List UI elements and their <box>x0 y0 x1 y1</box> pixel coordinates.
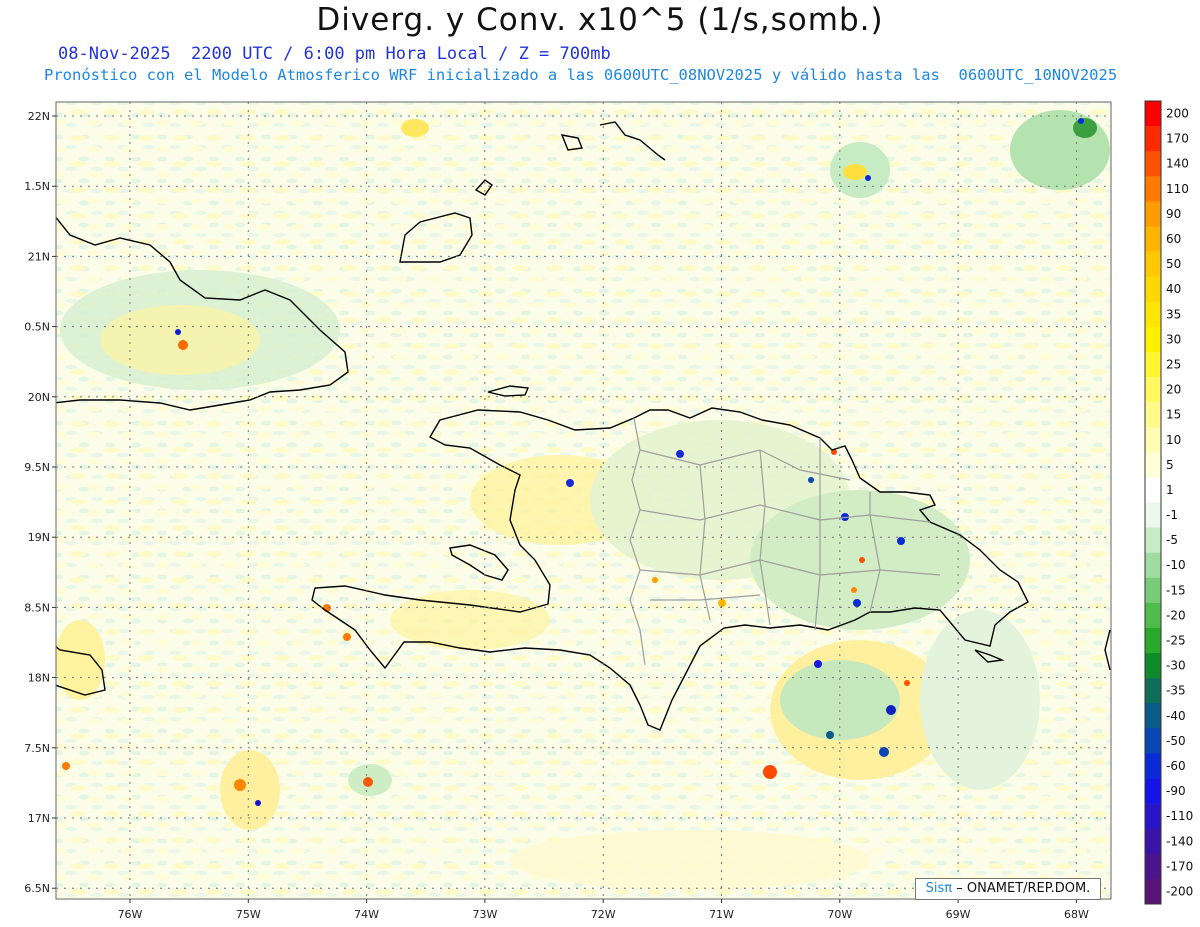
colorbar-label: -110 <box>1166 809 1193 823</box>
colorbar-label: -5 <box>1166 533 1178 547</box>
longitude-labels: 76W 75W 74W 73W 72W 71W 70W 69W 68W <box>118 899 1089 921</box>
colorbar-label: 5 <box>1166 458 1174 472</box>
lon-label: 75W <box>236 908 261 921</box>
colorbar-swatch <box>1145 627 1161 654</box>
lat-label: 8.5N <box>24 601 50 614</box>
divergence-field <box>56 102 1111 899</box>
colorbar-label: -60 <box>1166 759 1186 773</box>
colorbar-swatch <box>1145 703 1161 729</box>
lat-label: 19N <box>28 531 50 544</box>
colorbar-label: -170 <box>1166 859 1193 873</box>
colorbar-label: -90 <box>1166 784 1186 798</box>
colorbar-swatch <box>1145 301 1161 328</box>
colorbar-swatch <box>1145 728 1161 754</box>
lat-label: 21N <box>28 250 50 263</box>
colorbar-label: 25 <box>1166 357 1181 371</box>
colorbar-swatch <box>1145 753 1161 779</box>
colorbar-swatch <box>1145 276 1161 303</box>
colorbar-label: -30 <box>1166 659 1186 673</box>
colorbar-swatch <box>1145 502 1161 528</box>
map-figure: 22N 1.5N 21N 0.5N 20N 9.5N 19N 8.5N 18N 7.5N 17N 6.… <box>24 100 1193 921</box>
colorbar-swatch <box>1145 653 1161 679</box>
colorbar-swatch <box>1145 602 1161 629</box>
lat-label: 22N <box>28 110 50 123</box>
colorbar-label: 200 <box>1166 107 1189 121</box>
colorbar-label: 90 <box>1166 207 1181 221</box>
lon-label: 71W <box>709 908 734 921</box>
colorbar-label: -15 <box>1166 583 1186 597</box>
colorbar-swatch <box>1145 878 1161 905</box>
credit-box: Sisπ – ONAMET/REP.DOM. <box>915 878 1101 900</box>
colorbar-swatch <box>1145 377 1161 403</box>
colorbar-swatch <box>1145 577 1161 604</box>
colorbar-swatch <box>1145 201 1161 227</box>
colorbar-swatch <box>1145 427 1161 453</box>
colorbar-swatch <box>1145 226 1161 252</box>
colorbar-swatch <box>1145 176 1161 202</box>
colorbar-swatch <box>1145 778 1161 804</box>
colorbar-swatch <box>1145 828 1161 855</box>
colorbar-swatch <box>1145 251 1161 277</box>
colorbar-swatch <box>1145 452 1161 478</box>
colorbar-label: 20 <box>1166 383 1181 397</box>
colorbar-label: 1 <box>1166 483 1174 497</box>
colorbar-swatch <box>1145 351 1161 378</box>
colorbar-swatch <box>1145 477 1161 503</box>
colorbar-swatch <box>1145 326 1161 353</box>
lat-label: 18N <box>28 672 50 685</box>
colorbar-label: -35 <box>1166 684 1186 698</box>
colorbar-label: 40 <box>1166 282 1181 296</box>
colorbar-label: -200 <box>1166 884 1193 898</box>
colorbar-label: -10 <box>1166 558 1186 572</box>
colorbar-swatch <box>1145 126 1161 152</box>
credit-dash: – <box>956 881 963 896</box>
colorbar-label: 35 <box>1166 307 1181 321</box>
lat-label: 1.5N <box>24 180 50 193</box>
colorbar-label: 50 <box>1166 257 1181 271</box>
colorbar-label: -1 <box>1166 508 1178 522</box>
colorbar-label: 15 <box>1166 408 1181 422</box>
colorbar-label: 170 <box>1166 132 1189 146</box>
colorbar-swatch <box>1145 803 1161 830</box>
lat-label: 20N <box>28 391 50 404</box>
colorbar-swatch <box>1145 853 1161 880</box>
lon-label: 76W <box>118 908 143 921</box>
lat-label: 7.5N <box>24 742 50 755</box>
colorbar-label: -40 <box>1166 709 1186 723</box>
colorbar-label: -50 <box>1166 734 1186 748</box>
colorbar: 200 170 140 110 90 60 50 40 35 30 25 20 15 10 5 1 -1 -5 -1… <box>1144 100 1193 905</box>
colorbar-label: 30 <box>1166 332 1181 346</box>
latitude-labels: 22N 1.5N 21N 0.5N 20N 9.5N 19N 8.5N 18N 7.5N 17N 6.… <box>24 110 56 895</box>
lat-label: 17N <box>28 812 50 825</box>
lat-label: 0.5N <box>24 321 50 334</box>
colorbar-swatch <box>1145 678 1161 704</box>
colorbar-label: 110 <box>1166 182 1189 196</box>
colorbar-label: 60 <box>1166 232 1181 246</box>
lat-label: 9.5N <box>24 461 50 474</box>
credit-brand: Sisπ <box>925 881 953 896</box>
lon-label: 70W <box>827 908 852 921</box>
colorbar-swatch <box>1145 527 1161 553</box>
colorbar-swatch <box>1145 402 1161 428</box>
lat-label: 6.5N <box>24 882 50 895</box>
lon-label: 69W <box>946 908 971 921</box>
colorbar-swatch <box>1145 101 1161 127</box>
colorbar-label: 10 <box>1166 433 1181 447</box>
lon-label: 72W <box>591 908 616 921</box>
lon-label: 68W <box>1064 908 1089 921</box>
lon-label: 74W <box>354 908 379 921</box>
colorbar-label: -20 <box>1166 608 1186 622</box>
colorbar-label: 140 <box>1166 157 1189 171</box>
colorbar-label: -25 <box>1166 634 1186 648</box>
colorbar-label: -140 <box>1166 834 1193 848</box>
lon-label: 73W <box>472 908 497 921</box>
colorbar-swatch <box>1145 151 1161 177</box>
colorbar-swatch <box>1145 552 1161 579</box>
credit-org: ONAMET/REP.DOM. <box>966 881 1091 896</box>
